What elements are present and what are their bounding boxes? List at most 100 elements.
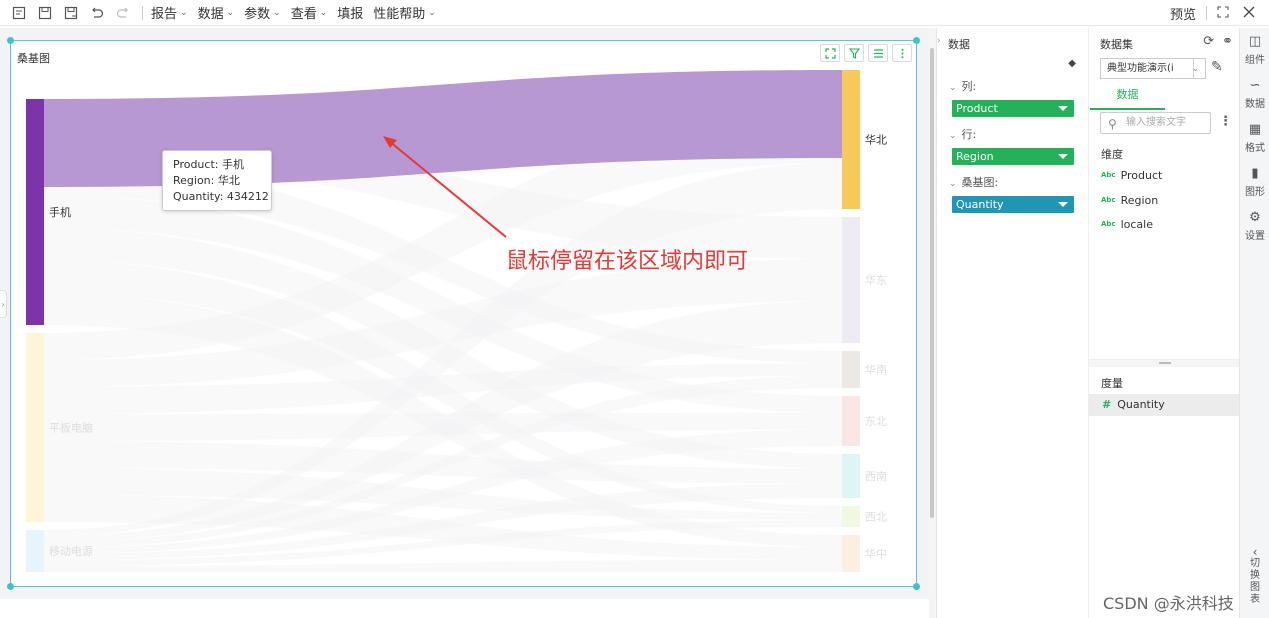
undo-icon[interactable] [86, 2, 108, 24]
chevron-down-icon: ⌄ [180, 7, 188, 18]
sankey-target-label: 西北 [865, 511, 887, 524]
panel-splitter[interactable] [1089, 359, 1240, 367]
sankey-section[interactable]: ⌄ 桑基图: [949, 174, 998, 190]
dimension-header: 维度 [1101, 148, 1123, 161]
text-type-icon: Abc [1101, 171, 1116, 179]
sankey-target-node [842, 506, 860, 527]
canvas-scrollbar[interactable] [929, 28, 936, 618]
columns-field-pill[interactable]: Product [952, 100, 1074, 117]
sankey-target-node [842, 396, 860, 446]
annotation-text: 鼠标停留在该区域内即可 [506, 249, 749, 274]
rows-label: 行: [961, 128, 977, 141]
menu-params[interactable]: 参数 ⌄ [244, 3, 281, 22]
sankey-target-node [842, 535, 860, 572]
toolbar-divider [142, 5, 143, 20]
sankey-target-label: 东北 [865, 415, 887, 428]
rail-item-format[interactable]: ▦ 格式 [1240, 122, 1269, 154]
menu-view[interactable]: 查看 ⌄ [291, 3, 328, 22]
switch-chart-button[interactable]: ‹ 切换图表 [1240, 546, 1269, 606]
gear-icon: ⚙ [1249, 210, 1261, 225]
preview-button[interactable]: 预览 [1170, 4, 1196, 23]
dropdown-icon[interactable] [1058, 106, 1068, 111]
rows-field-label: Region [956, 150, 994, 163]
rail-item-shape[interactable]: ▮ 图形 [1240, 166, 1269, 198]
tooltip-quantity: Quantity: 434212 [173, 190, 269, 203]
chevron-down-icon: ⌄ [428, 7, 436, 18]
expand-left-icon[interactable]: › [0, 290, 7, 318]
close-icon[interactable] [1243, 6, 1255, 21]
number-type-icon: # [1102, 398, 1112, 411]
menu-report-label: 报告 [151, 7, 178, 22]
menu-data[interactable]: 数据 ⌄ [198, 3, 235, 22]
dimension-item-region[interactable]: Abc Region [1101, 194, 1158, 207]
right-rail: ◫ 组件 ∽ 数据 ▦ 格式 ▮ 图形 ⚙ 设置 ‹ 切换图表 [1239, 28, 1269, 618]
measure-label: Quantity [1117, 398, 1165, 411]
scrollbar-thumb[interactable] [930, 48, 934, 518]
menu-help[interactable]: 性能帮助 ⌄ [373, 3, 436, 22]
dropdown-icon[interactable] [1058, 154, 1068, 159]
dimension-label: locale [1120, 218, 1153, 231]
more-icon[interactable]: ⋮ [1219, 114, 1232, 129]
sankey-source-node [26, 530, 44, 572]
dataset-actions: ⟳ ⚭ [1195, 34, 1233, 49]
bar-chart-icon: ▮ [1251, 166, 1259, 181]
toolbar-divider [1206, 6, 1207, 20]
chevron-down-icon: ⌄ [273, 7, 281, 18]
sankey-target-label: 西南 [865, 470, 887, 483]
dimension-item-locale[interactable]: Abc locale [1101, 218, 1153, 231]
switch-chart-label: 切换图表 [1250, 558, 1260, 605]
data-panel-title: 数据 [948, 38, 970, 51]
dimension-item-product[interactable]: Abc Product [1101, 169, 1162, 182]
redo-icon[interactable] [112, 2, 134, 24]
sankey-target-node [842, 454, 860, 498]
more-icon[interactable] [892, 44, 912, 62]
save-icon[interactable] [34, 2, 56, 24]
sankey-field-label: Quantity [956, 198, 1004, 211]
dataset-panel-title: 数据集 [1100, 38, 1133, 51]
sankey-target-node [842, 217, 860, 343]
sankey-field-pill[interactable]: Quantity [952, 196, 1074, 213]
chevron-down-icon: ⌄ [949, 131, 957, 141]
measure-item-quantity[interactable]: # Quantity [1089, 394, 1240, 416]
rows-field-pill[interactable]: Region [952, 148, 1074, 165]
rail-item-components[interactable]: ◫ 组件 [1240, 34, 1269, 66]
new-report-icon[interactable] [8, 2, 30, 24]
eraser-icon[interactable]: ◆ [1068, 58, 1076, 69]
rail-item-settings[interactable]: ⚙ 设置 [1240, 210, 1269, 242]
filter-icon[interactable] [844, 44, 864, 62]
rail-item-data[interactable]: ∽ 数据 [1240, 78, 1269, 110]
link-icon[interactable]: ⚭ [1222, 34, 1233, 49]
refresh-icon[interactable]: ⟳ [1203, 34, 1214, 49]
edit-icon[interactable]: ✎ [1211, 59, 1223, 75]
search-input[interactable]: ⚲ 输入搜索文字 [1100, 112, 1211, 134]
sankey-target-label: 华中 [865, 547, 887, 561]
rows-section[interactable]: ⌄ 行: [949, 126, 976, 142]
menu-view-label: 查看 [290, 7, 317, 22]
sankey-widget[interactable]: 手机 平板电脑 移动电源 华北 华东 华南 东北 西南 西北 华中 桑基图 Product: 手机… [7, 37, 920, 590]
sankey-target-label: 华东 [865, 273, 887, 287]
chevron-down-icon: ⌄ [949, 83, 957, 93]
menu-params-label: 参数 [244, 7, 271, 22]
collapse-icon[interactable]: › [937, 36, 941, 46]
rail-label: 图形 [1245, 187, 1265, 198]
chevron-down-icon: ⌄ [949, 179, 957, 189]
sankey-target-node [842, 351, 860, 388]
columns-section[interactable]: ⌄ 列: [949, 78, 976, 94]
dropdown-icon[interactable] [1058, 202, 1068, 207]
chevron-down-icon[interactable]: ⌄ [1186, 58, 1206, 79]
canvas-bottom-bar [0, 599, 929, 618]
menu-report[interactable]: 报告 ⌄ [151, 3, 188, 22]
columns-field-label: Product [956, 102, 998, 115]
fullscreen-icon[interactable] [1217, 5, 1229, 21]
sankey-target-label: 华北 [865, 133, 887, 147]
menu-fill[interactable]: 填报 [337, 3, 363, 22]
text-type-icon: Abc [1101, 220, 1116, 228]
report-canvas: › 手机 平板电脑 移动电源 华北 华东 华南 东北 西南 西北 华中 桑基图 Product: … [0, 28, 929, 618]
tab-data[interactable]: 数据 [1090, 86, 1165, 110]
maximize-icon[interactable] [820, 44, 840, 62]
list-icon[interactable] [868, 44, 888, 62]
measure-header: 度量 [1101, 377, 1123, 390]
dataset-select[interactable]: 典型功能演示(i [1100, 58, 1194, 79]
dimension-label: Region [1120, 194, 1159, 207]
save-as-icon[interactable] [60, 2, 82, 24]
